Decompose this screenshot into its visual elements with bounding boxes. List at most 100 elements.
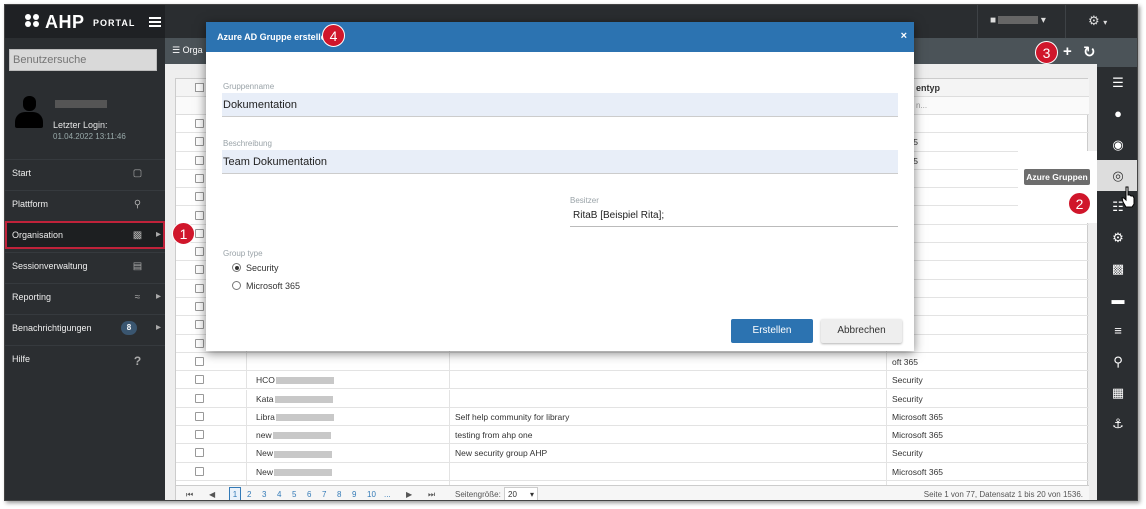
sidebar-item-organisation[interactable]: Organisation ▩ ▸ [5, 221, 165, 249]
sidebar-item-benachrichtigungen[interactable]: Benachrichtigungen 8 ▸ [5, 314, 165, 342]
row-name: New [256, 467, 333, 477]
row-checkbox[interactable] [195, 155, 204, 165]
page-8[interactable]: 8 [337, 490, 341, 499]
user-menu[interactable]: ■ ▾ [977, 5, 1065, 38]
row-checkbox[interactable] [195, 119, 204, 128]
page-2[interactable]: 2 [247, 490, 251, 499]
sidebar-item-start[interactable]: Start ▢ [5, 159, 165, 187]
dialog-title: Azure AD Gruppe erstellen [217, 32, 332, 42]
right-rail-header [1097, 38, 1137, 67]
group-type-m365-radio[interactable] [232, 281, 241, 290]
table-row[interactable]: oft 365 [176, 352, 1089, 372]
prev-page-icon[interactable]: ◀ [209, 490, 215, 499]
row-checkbox[interactable] [195, 338, 204, 348]
group-type-label: Group type [223, 249, 263, 258]
rail-list-icon[interactable]: ☰ [1097, 67, 1137, 98]
breadcrumb-text: Orga [182, 45, 203, 55]
row-checkbox[interactable] [195, 265, 204, 275]
row-checkbox[interactable] [195, 302, 204, 311]
user-search-input[interactable] [9, 49, 157, 71]
row-checkbox[interactable] [195, 192, 204, 202]
rail-users-icon[interactable]: ◉ [1097, 129, 1137, 160]
table-row[interactable]: New New security group AHP Security [176, 444, 1089, 463]
rail-device-icon[interactable]: ▬ [1097, 284, 1137, 315]
settings-menu[interactable]: ⚙ ▾ [1065, 5, 1137, 38]
sidebar-item-reporting[interactable]: Reporting ≈ ▸ [5, 283, 165, 311]
last-page-icon[interactable]: ⏭ [428, 490, 435, 500]
rail-key-icon[interactable]: ⚲ [1097, 346, 1137, 377]
row-description: Self help community for library [455, 411, 570, 422]
step-marker-3: 3 [1035, 41, 1058, 64]
row-checkbox[interactable] [195, 375, 204, 385]
page-9[interactable]: 9 [352, 490, 356, 499]
page-more[interactable]: ... [384, 490, 391, 499]
rail-print-icon[interactable]: ▩ [1097, 253, 1137, 284]
sidebar-item-plattform[interactable]: Plattform ⚲ [5, 190, 165, 218]
logo[interactable]: AHP PORTAL [5, 5, 165, 38]
row-type: oft 365 [892, 356, 918, 367]
row-name: new [256, 430, 331, 440]
first-page-icon[interactable]: ⏮ [186, 490, 193, 500]
page-size-select[interactable]: 20 ▾ [504, 487, 538, 500]
rail-user-icon[interactable]: ● [1097, 98, 1137, 129]
cancel-button[interactable]: Abbrechen [821, 319, 902, 343]
sidebar-item-sessionverwaltung[interactable]: Sessionverwaltung ▤ [5, 252, 165, 280]
column-header-type: entyp [916, 83, 941, 93]
sidebar-item-label: Hilfe [12, 354, 31, 364]
row-checkbox[interactable] [195, 247, 204, 257]
row-type: Microsoft 365 [892, 411, 944, 422]
rail-puzzle-icon[interactable]: ▦ [1097, 377, 1137, 408]
rail-boat-icon[interactable]: ⚓ [1097, 408, 1137, 439]
chart-icon: ≈ [134, 292, 141, 303]
sidebar-item-hilfe[interactable]: Hilfe ? [5, 345, 165, 373]
description-input[interactable]: Team Dokumentation [222, 150, 898, 174]
close-icon[interactable]: × [901, 30, 907, 42]
page-6[interactable]: 6 [307, 490, 311, 499]
page-size-value: 20 [508, 490, 517, 499]
page-4[interactable]: 4 [277, 490, 281, 499]
hamburger-menu-icon[interactable] [149, 17, 161, 27]
row-checkbox[interactable] [195, 137, 204, 147]
row-type: Microsoft 365 [892, 466, 944, 477]
select-all-checkbox[interactable] [195, 83, 204, 92]
table-row[interactable]: new testing from ahp one Microsoft 365 [176, 426, 1089, 445]
page-7[interactable]: 7 [322, 490, 326, 499]
row-checkbox[interactable] [195, 466, 204, 476]
page-5[interactable]: 5 [292, 490, 296, 499]
owner-input[interactable]: RitaB [Beispiel Rita]; [570, 207, 898, 227]
row-checkbox[interactable] [195, 356, 204, 366]
create-azure-group-dialog: Azure AD Gruppe erstellen × Gruppenname … [206, 22, 914, 351]
type-filter-input[interactable]: n... [916, 101, 927, 110]
table-row[interactable]: Kata Security [176, 389, 1089, 408]
rail-gear-icon[interactable]: ⚙ [1097, 222, 1137, 253]
row-checkbox[interactable] [195, 448, 204, 458]
table-row[interactable]: Libra Self help community for library Micr… [176, 407, 1089, 427]
row-checkbox[interactable] [195, 173, 204, 183]
session-icon: ▤ [132, 261, 143, 272]
step-marker-1: 1 [172, 222, 195, 245]
group-type-security-radio[interactable] [232, 263, 241, 272]
row-checkbox[interactable] [195, 320, 204, 330]
row-checkbox[interactable] [195, 411, 204, 421]
add-icon[interactable]: + [1063, 43, 1072, 60]
caret-down-icon: ▾ [1040, 15, 1046, 26]
row-checkbox[interactable] [195, 228, 204, 238]
table-row[interactable]: HCO Security [176, 371, 1089, 390]
row-checkbox[interactable] [195, 210, 204, 220]
row-type: Security [892, 393, 923, 404]
page-10[interactable]: 10 [367, 490, 376, 499]
row-name: Kata [256, 394, 333, 404]
page-3[interactable]: 3 [262, 490, 266, 499]
page-1[interactable]: 1 [229, 487, 241, 500]
refresh-icon[interactable]: ↻ [1083, 43, 1096, 61]
next-page-icon[interactable]: ▶ [406, 490, 412, 499]
row-checkbox[interactable] [195, 430, 204, 440]
group-name-input[interactable]: Dokumentation [222, 93, 898, 117]
row-checkbox[interactable] [195, 393, 204, 403]
rail-checklist-icon[interactable]: ≡ [1097, 315, 1137, 346]
table-row[interactable]: New Microsoft 365 [176, 462, 1089, 481]
sidebar-item-label: Organisation [12, 230, 64, 240]
row-name-redacted [274, 468, 333, 476]
row-checkbox[interactable] [195, 283, 204, 293]
create-button[interactable]: Erstellen [731, 319, 813, 343]
